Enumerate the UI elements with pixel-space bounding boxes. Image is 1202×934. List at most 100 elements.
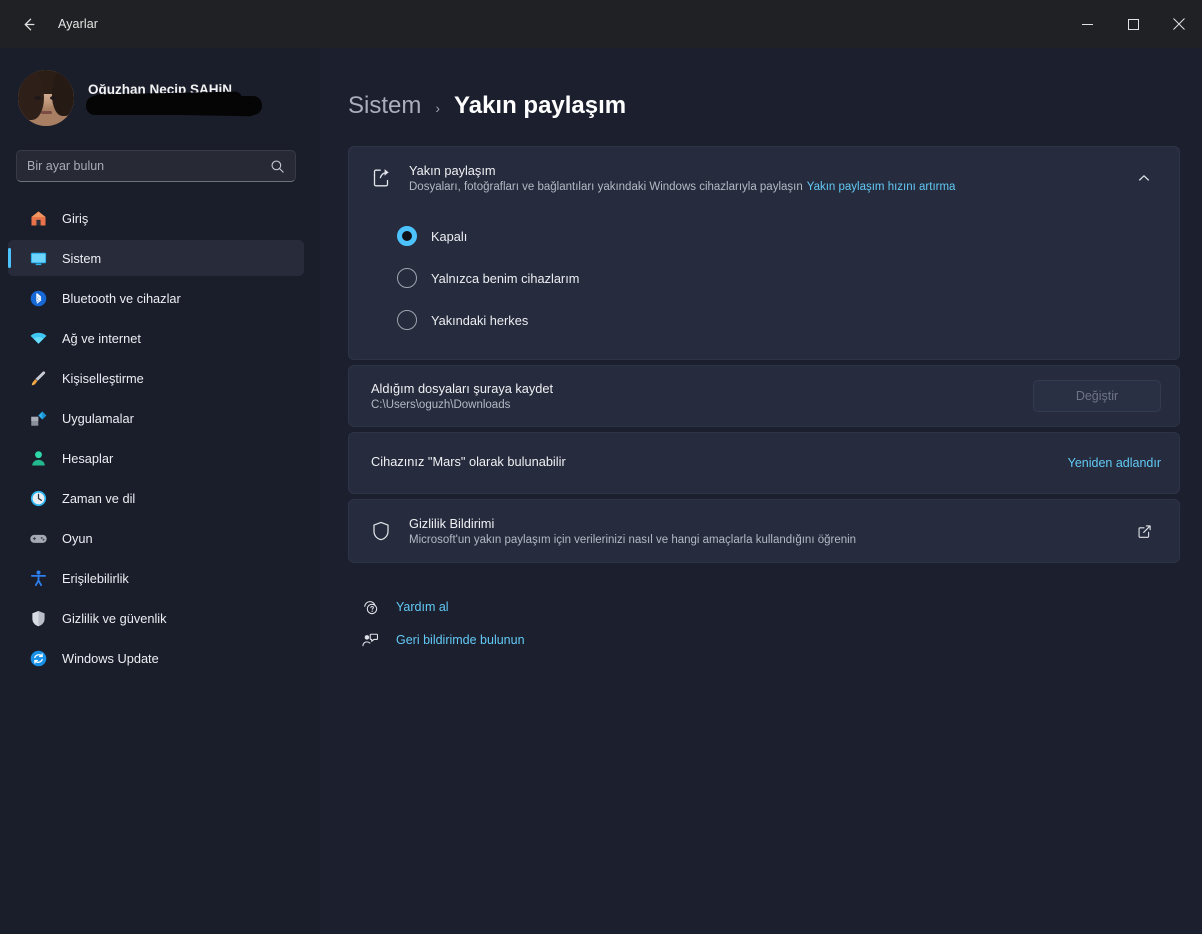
window-body: Oğuzhan Necip ŞAHiN	[0, 48, 1202, 934]
sidebar-item-uygulamalar[interactable]: Uygulamalar	[8, 400, 304, 436]
footer-link-label: Yardım al	[396, 600, 449, 614]
gamepad-icon	[28, 528, 48, 548]
wifi-icon	[28, 328, 48, 348]
footer-link-label: Geri bildirimde bulunun	[396, 633, 525, 647]
rename-device-link[interactable]: Yeniden adlandır	[1068, 456, 1161, 470]
minimize-icon	[1082, 19, 1093, 30]
open-privacy-link-button[interactable]	[1127, 514, 1161, 548]
sidebar-item-label: Oyun	[62, 531, 93, 546]
radio-indicator	[397, 268, 417, 288]
help-icon	[360, 597, 380, 617]
search-box[interactable]	[16, 150, 296, 182]
feedback-icon	[360, 630, 380, 650]
sidebar-item-label: Bluetooth ve cihazlar	[62, 291, 181, 306]
device-name-text: Cihazınız "Mars" olarak bulunabilir	[367, 454, 1068, 472]
account-text: Oğuzhan Necip ŞAHiN	[88, 82, 260, 115]
settings-cards: Yakın paylaşım Dosyaları, fotoğrafları v…	[330, 146, 1180, 656]
collapse-toggle-button[interactable]	[1127, 161, 1161, 195]
account-block[interactable]: Oğuzhan Necip ŞAHiN	[0, 48, 320, 132]
search-input[interactable]	[27, 159, 270, 173]
sidebar-item-giris[interactable]: Giriş	[8, 200, 304, 236]
back-button[interactable]	[8, 8, 48, 40]
nearby-sharing-text: Yakın paylaşım Dosyaları, fotoğrafları v…	[409, 163, 1127, 193]
sidebar-item-zaman-ve-dil[interactable]: Zaman ve dil	[8, 480, 304, 516]
sidebar-item-ag-ve-internet[interactable]: Ağ ve internet	[8, 320, 304, 356]
privacy-notice-row[interactable]: Gizlilik Bildirimi Microsoft'un yakın pa…	[349, 500, 1179, 562]
home-icon	[28, 208, 48, 228]
sidebar-item-label: Windows Update	[62, 651, 159, 666]
boost-speed-link[interactable]: Yakın paylaşım hızını artırma	[807, 181, 956, 193]
maximize-button[interactable]	[1110, 0, 1156, 48]
minimize-button[interactable]	[1064, 0, 1110, 48]
avatar-hair-right	[52, 70, 74, 116]
email-redaction-overlay	[86, 96, 262, 115]
monitor-icon	[28, 248, 48, 268]
privacy-notice-description: Microsoft'un yakın paylaşım için veriler…	[409, 534, 1127, 546]
close-icon	[1173, 18, 1185, 30]
privacy-notice-text: Gizlilik Bildirimi Microsoft'un yakın pa…	[409, 516, 1127, 546]
sidebar-item-oyun[interactable]: Oyun	[8, 520, 304, 556]
privacy-notice-card: Gizlilik Bildirimi Microsoft'un yakın pa…	[348, 499, 1180, 563]
maximize-icon	[1128, 19, 1139, 30]
nearby-sharing-description-text: Dosyaları, fotoğrafları ve bağlantıları …	[409, 181, 803, 193]
breadcrumb: Sistem › Yakın paylaşım	[330, 92, 1180, 120]
radio-label: Yakındaki herkes	[431, 313, 528, 328]
nearby-sharing-description: Dosyaları, fotoğrafları ve bağlantıları …	[409, 181, 1127, 193]
window-controls	[1064, 0, 1202, 48]
privacy-notice-title: Gizlilik Bildirimi	[409, 516, 1127, 531]
person-icon	[28, 448, 48, 468]
give-feedback-link[interactable]: Geri bildirimde bulunun	[354, 623, 539, 656]
apps-icon	[28, 408, 48, 428]
save-location-path: C:\Users\oguzh\Downloads	[371, 399, 1033, 411]
radio-label: Kapalı	[431, 229, 467, 244]
share-icon	[367, 166, 395, 190]
breadcrumb-separator: ›	[435, 100, 440, 116]
nearby-sharing-header[interactable]: Yakın paylaşım Dosyaları, fotoğrafları v…	[349, 147, 1179, 209]
shield-icon	[28, 608, 48, 628]
shield-outline-icon	[367, 520, 395, 542]
sidebar-item-kisisellestirme[interactable]: Kişiselleştirme	[8, 360, 304, 396]
page-title: Yakın paylaşım	[454, 92, 626, 120]
sidebar-item-label: Hesaplar	[62, 451, 113, 466]
sidebar-item-bluetooth[interactable]: Bluetooth ve cihazlar	[8, 280, 304, 316]
sidebar-nav: Giriş Sistem	[0, 200, 320, 680]
update-icon	[28, 648, 48, 668]
change-folder-button[interactable]: Değiştir	[1033, 380, 1161, 412]
external-link-icon	[1137, 524, 1152, 539]
sidebar-item-gizlilik-ve-guvenlik[interactable]: Gizlilik ve güvenlik	[8, 600, 304, 636]
sidebar-item-hesaplar[interactable]: Hesaplar	[8, 440, 304, 476]
footer-links: Yardım al Geri bildirimde bulunun	[348, 568, 1180, 656]
sidebar-item-erisilebilirlik[interactable]: Erişilebilirlik	[8, 560, 304, 596]
radio-label: Yalnızca benim cihazlarım	[431, 271, 579, 286]
nearby-sharing-options: Kapalı Yalnızca benim cihazlarım Yakında…	[349, 209, 1179, 359]
sidebar-item-label: Ağ ve internet	[62, 331, 141, 346]
chevron-up-icon	[1137, 171, 1151, 185]
sidebar-item-label: Giriş	[62, 211, 88, 226]
avatar-eye-right	[50, 96, 57, 100]
close-button[interactable]	[1156, 0, 1202, 48]
settings-window: Ayarlar	[0, 0, 1202, 934]
user-avatar[interactable]	[18, 70, 74, 126]
radio-option-yakindaki-herkes[interactable]: Yakındaki herkes	[397, 299, 1179, 341]
radio-option-yalnizca-benim-cihazlarim[interactable]: Yalnızca benim cihazlarım	[397, 257, 1179, 299]
accessibility-icon	[28, 568, 48, 588]
radio-option-kapali[interactable]: Kapalı	[397, 215, 1179, 257]
radio-indicator	[397, 226, 417, 246]
device-name-card: Cihazınız "Mars" olarak bulunabilir Yeni…	[348, 432, 1180, 494]
search-wrapper	[16, 150, 302, 182]
window-title: Ayarlar	[58, 17, 98, 31]
save-location-title: Aldığım dosyaları şuraya kaydet	[371, 381, 1033, 396]
breadcrumb-parent[interactable]: Sistem	[348, 92, 421, 120]
get-help-link[interactable]: Yardım al	[354, 590, 463, 623]
sidebar: Oğuzhan Necip ŞAHiN	[0, 48, 320, 934]
account-email-wrap	[88, 100, 260, 115]
sidebar-item-label: Kişiselleştirme	[62, 371, 144, 386]
sidebar-item-sistem[interactable]: Sistem	[8, 240, 304, 276]
radio-indicator	[397, 310, 417, 330]
paintbrush-icon	[28, 368, 48, 388]
bluetooth-icon	[28, 288, 48, 308]
back-arrow-icon	[20, 16, 37, 33]
sidebar-item-windows-update[interactable]: Windows Update	[8, 640, 304, 676]
sidebar-item-label: Erişilebilirlik	[62, 571, 129, 586]
clock-icon	[28, 488, 48, 508]
